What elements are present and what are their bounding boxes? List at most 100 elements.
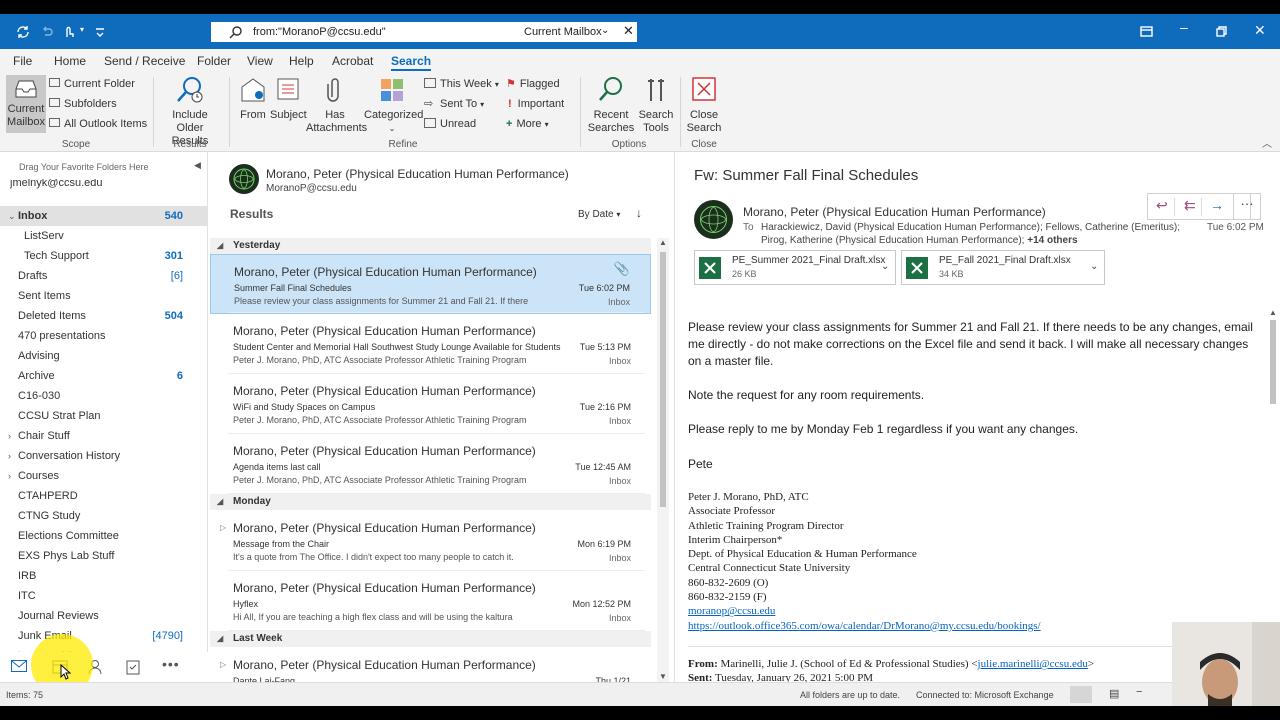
include-older-results-button[interactable]: Include Older Results: [158, 75, 222, 148]
sync-icon[interactable]: [16, 25, 30, 39]
date-group-header[interactable]: ◢ Yesterday: [210, 238, 651, 254]
flagged-button[interactable]: ⚑ Flagged: [506, 78, 560, 91]
current-folder-button[interactable]: Current Folder: [49, 78, 135, 91]
folder-item[interactable]: CTNG Study: [0, 506, 208, 526]
sender-name[interactable]: Morano, Peter (Physical Education Human …: [743, 205, 1046, 219]
restore-icon[interactable]: [1216, 26, 1227, 37]
touch-mode-icon[interactable]: [62, 24, 76, 39]
tab-send-receive[interactable]: Send / Receive: [104, 54, 185, 68]
date-group-header[interactable]: ◢ Monday: [210, 494, 651, 510]
attachment-menu-icon[interactable]: ⌄: [881, 261, 889, 272]
recipients-line-1[interactable]: Harackiewicz, David (Physical Education …: [761, 222, 1180, 233]
clear-search-icon[interactable]: ✕: [623, 23, 634, 39]
unread-button[interactable]: Unread: [424, 118, 476, 131]
customize-qat-icon[interactable]: [94, 26, 106, 38]
folder-item[interactable]: Elections Committee: [0, 526, 208, 546]
scroll-thumb[interactable]: [660, 252, 666, 507]
search-scope-dropdown[interactable]: Current Mailbox: [524, 26, 602, 38]
ribbon-display-icon[interactable]: [1140, 26, 1153, 37]
categorized-button[interactable]: Categorized ⌄: [364, 75, 423, 135]
tab-search[interactable]: Search: [391, 54, 432, 71]
tab-view[interactable]: View: [247, 54, 273, 68]
zoom-out-icon[interactable]: −: [1136, 686, 1142, 698]
search-box[interactable]: from:"MoranoP@ccsu.edu" Current Mailbox …: [211, 22, 637, 42]
normal-view-icon[interactable]: [1070, 686, 1092, 703]
folder-item[interactable]: Deleted Items 504: [0, 306, 208, 326]
qat-dropdown-icon[interactable]: ▾: [80, 25, 84, 34]
folder-item[interactable]: Junk Email [4790]: [0, 626, 208, 646]
sort-direction-icon[interactable]: ↓: [636, 206, 642, 220]
tab-acrobat[interactable]: Acrobat: [332, 54, 373, 68]
sort-by-date-dropdown[interactable]: By Date ▾: [578, 209, 620, 220]
scroll-up-icon[interactable]: ▲: [1269, 308, 1277, 317]
close-search-button[interactable]: Close Search: [686, 75, 722, 135]
folder-item[interactable]: Drafts [6]: [0, 266, 208, 286]
folder-item[interactable]: C16-030: [0, 386, 208, 406]
chevron-right-icon[interactable]: ›: [8, 426, 11, 446]
attachment-fall[interactable]: PE_Fall 2021_Final Draft.xlsx 34 KB ⌄: [901, 250, 1105, 285]
tasks-icon[interactable]: [126, 659, 140, 675]
has-attachments-button[interactable]: Has Attachments: [306, 75, 367, 135]
minimize-icon[interactable]: –: [1180, 19, 1188, 35]
folder-item[interactable]: ⌄ Inbox 540: [0, 206, 208, 226]
recent-searches-button[interactable]: Recent Searches: [584, 75, 638, 135]
collapse-ribbon-icon[interactable]: ︿: [1262, 135, 1272, 150]
collapse-group-icon[interactable]: ◢: [217, 494, 223, 510]
message-item[interactable]: Morano, Peter (Physical Education Human …: [210, 434, 651, 494]
from-button[interactable]: From: [236, 75, 270, 122]
folder-item[interactable]: CCSU Strat Plan: [0, 406, 208, 426]
account-name[interactable]: jmelnyk@ccsu.edu: [10, 179, 200, 189]
reply-all-icon[interactable]: ⇇: [1184, 197, 1196, 214]
reading-scrollbar[interactable]: ▲: [1267, 308, 1279, 408]
forward-icon[interactable]: →: [1210, 197, 1224, 213]
undo-icon[interactable]: [40, 25, 54, 39]
tab-help[interactable]: Help: [289, 54, 314, 68]
reading-view-icon[interactable]: ▤: [1109, 687, 1119, 700]
folder-item[interactable]: Sent Items: [0, 286, 208, 306]
scroll-down-icon[interactable]: ▼: [659, 672, 667, 681]
recipients-line-2[interactable]: Pirog, Katherine (Physical Education Hum…: [761, 235, 1078, 246]
folder-item[interactable]: Tech Support 301: [0, 246, 208, 266]
folder-item[interactable]: Journal Reviews: [0, 606, 208, 626]
close-window-icon[interactable]: ✕: [1254, 22, 1266, 39]
folder-item[interactable]: EXS Phys Lab Stuff: [0, 546, 208, 566]
more-apps-icon[interactable]: •••: [162, 656, 180, 672]
bookings-link[interactable]: https://outlook.office365.com/owa/calend…: [688, 619, 1041, 633]
tab-home[interactable]: Home: [54, 54, 86, 68]
attachment-menu-icon[interactable]: ⌄: [1090, 261, 1098, 272]
current-mailbox-button[interactable]: Current Mailbox: [6, 75, 46, 133]
chevron-right-icon[interactable]: ›: [8, 466, 11, 486]
folder-item[interactable]: ListServ: [0, 226, 208, 246]
important-button[interactable]: ! Important: [506, 98, 564, 111]
scroll-up-icon[interactable]: ▲: [659, 238, 667, 247]
subfolders-button[interactable]: Subfolders: [49, 98, 117, 111]
message-item[interactable]: Morano, Peter (Physical Education Human …: [210, 374, 651, 434]
folder-item[interactable]: Advising: [0, 346, 208, 366]
this-week-button[interactable]: This Week ▾: [424, 78, 499, 91]
collapse-pane-icon[interactable]: ◀: [194, 160, 201, 171]
more-recipients-link[interactable]: +14 others: [1027, 235, 1077, 246]
list-scrollbar[interactable]: ▲ ▼: [657, 238, 669, 682]
collapse-group-icon[interactable]: ◢: [217, 631, 223, 647]
date-group-header[interactable]: ◢ Last Week: [210, 631, 651, 647]
folder-item[interactable]: › Courses: [0, 466, 208, 486]
search-tools-button[interactable]: Search Tools: [638, 75, 674, 135]
reply-icon[interactable]: ↩: [1156, 197, 1168, 214]
folder-item[interactable]: › Conversation History: [0, 446, 208, 466]
expand-conversation-icon[interactable]: ▷: [220, 660, 226, 669]
folder-item[interactable]: CTAHPERD: [0, 486, 208, 506]
search-input[interactable]: from:"MoranoP@ccsu.edu": [253, 26, 386, 38]
chevron-right-icon[interactable]: ›: [8, 446, 11, 466]
contact-email[interactable]: MoranoP@ccsu.edu: [266, 183, 357, 194]
scroll-thumb[interactable]: [1270, 320, 1276, 404]
mail-icon[interactable]: [11, 660, 27, 672]
tab-folder[interactable]: Folder: [197, 54, 231, 68]
attachment-summer[interactable]: PE_Summer 2021_Final Draft.xlsx 26 KB ⌄: [694, 250, 896, 285]
message-item[interactable]: Morano, Peter (Physical Education Human …: [210, 314, 651, 374]
folder-item[interactable]: ITC: [0, 586, 208, 606]
more-actions-icon[interactable]: ···: [1233, 193, 1261, 220]
subject-button[interactable]: Subject: [270, 75, 307, 122]
signature-email-link[interactable]: moranop@ccsu.edu: [688, 604, 1041, 618]
chevron-down-icon[interactable]: ⌄: [8, 206, 16, 226]
folder-item[interactable]: Archive 6: [0, 366, 208, 386]
